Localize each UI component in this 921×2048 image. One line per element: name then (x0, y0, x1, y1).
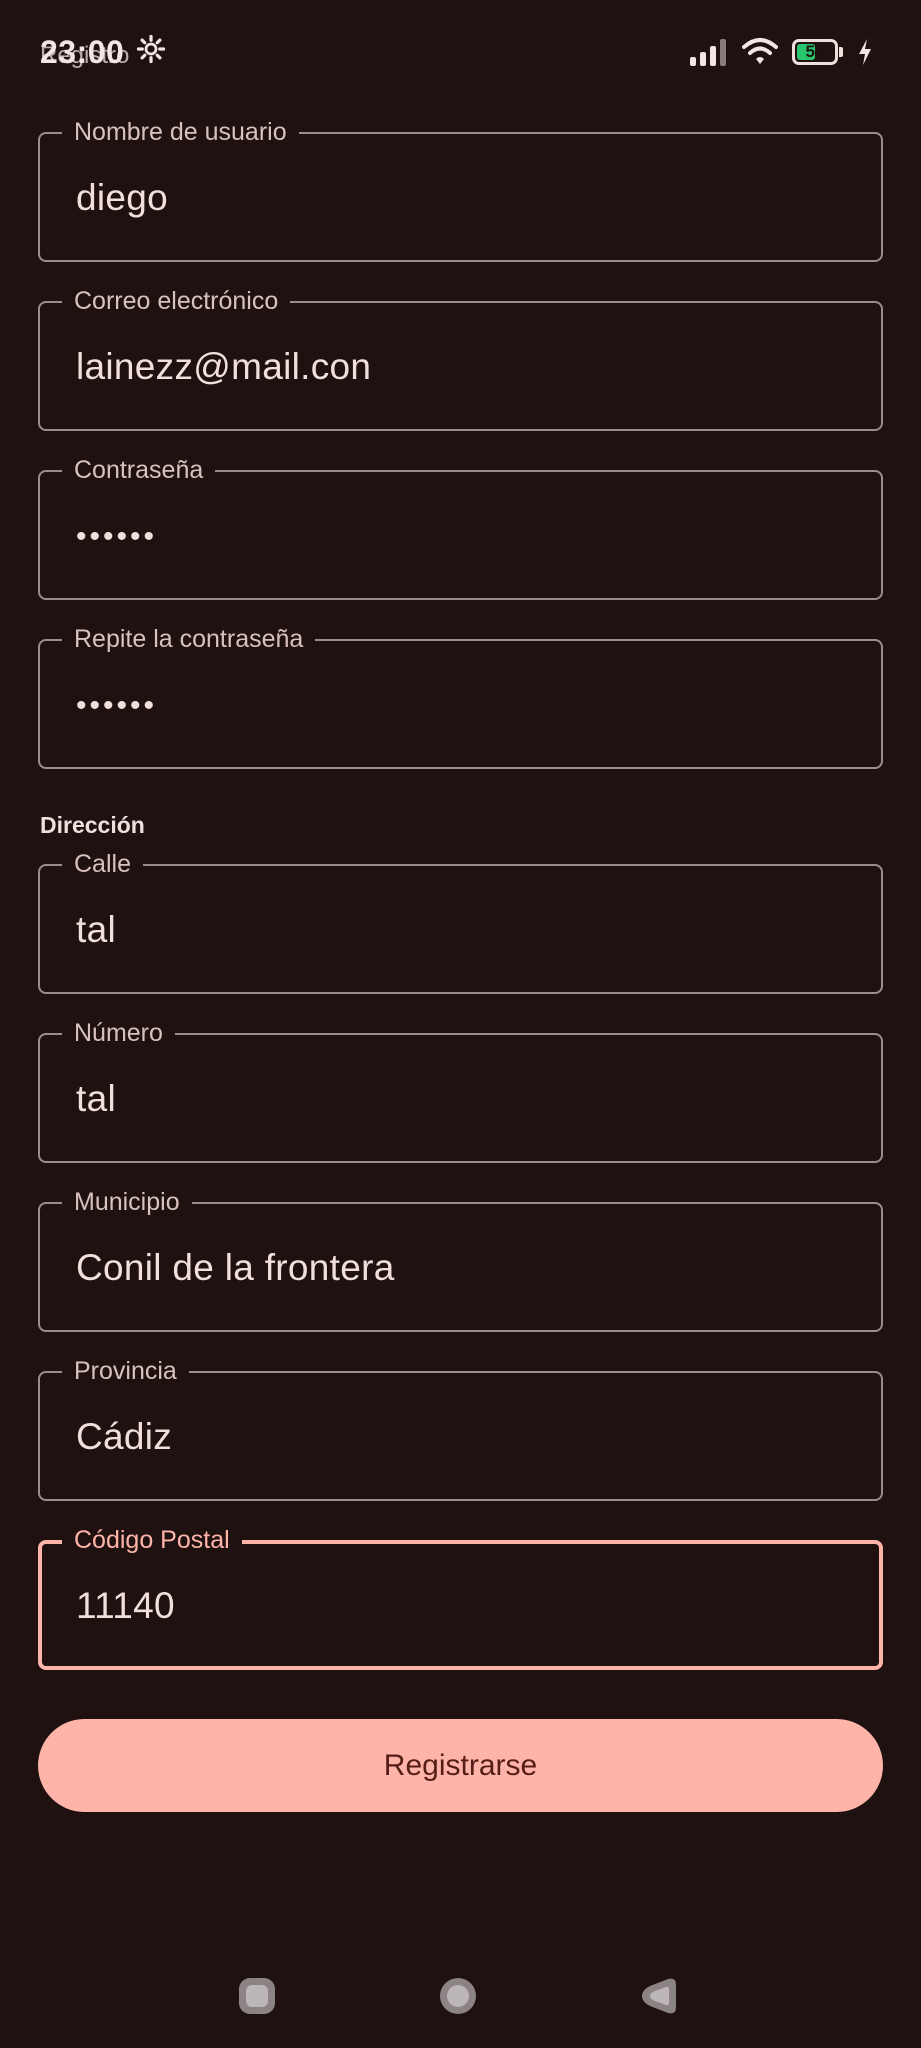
repeat-password-label: Repite la contraseña (62, 624, 316, 654)
navigation-bar (0, 1960, 921, 2048)
street-label: Calle (62, 849, 143, 879)
repeat-password-value: •••••• (76, 689, 158, 722)
signal-icon (690, 39, 726, 66)
province-value: Cádiz (76, 1416, 173, 1457)
municipality-label: Municipio (62, 1187, 192, 1217)
email-value: lainezz@mail.con (76, 346, 372, 387)
home-icon[interactable] (438, 1976, 478, 2016)
street-field[interactable]: Calle tal (38, 849, 883, 994)
province-field[interactable]: Provincia Cádiz (38, 1356, 883, 1501)
password-label: Contraseña (62, 455, 216, 485)
username-field[interactable]: Nombre de usuario diego (38, 117, 883, 262)
battery-nub (839, 47, 843, 57)
battery-icon: 51 (792, 39, 838, 65)
street-value: tal (76, 909, 116, 950)
number-field[interactable]: Número tal (38, 1018, 883, 1163)
wifi-icon (742, 38, 778, 64)
postal-code-value: 11140 (76, 1585, 175, 1626)
password-value: •••••• (76, 520, 158, 553)
settings-gear-icon (136, 34, 166, 64)
username-label: Nombre de usuario (62, 117, 299, 147)
recents-icon[interactable] (237, 1976, 277, 2016)
municipality-field[interactable]: Municipio Conil de la frontera (38, 1187, 883, 1332)
province-label: Provincia (62, 1356, 189, 1386)
username-value: diego (76, 177, 169, 218)
postal-code-label: Código Postal (62, 1525, 242, 1555)
status-icons: 51 (688, 36, 873, 68)
postal-code-field[interactable]: Código Postal 11140 (38, 1525, 883, 1670)
number-label: Número (62, 1018, 175, 1048)
email-label: Correo electrónico (62, 286, 291, 316)
repeat-password-field[interactable]: Repite la contraseña •••••• (38, 624, 883, 769)
email-field[interactable]: Correo electrónico lainezz@mail.con (38, 286, 883, 431)
status-time: 23:00 (40, 34, 125, 70)
municipality-value: Conil de la frontera (76, 1247, 395, 1288)
back-icon[interactable] (638, 1976, 678, 2016)
status-bar: Registro 23:00 51 (0, 0, 921, 100)
battery-level: 51 (805, 42, 825, 61)
password-field[interactable]: Contraseña •••••• (38, 455, 883, 600)
register-button[interactable]: Registrarse (38, 1719, 883, 1812)
charging-bolt-icon (859, 39, 871, 65)
address-section-label: Dirección (40, 812, 145, 838)
number-value: tal (76, 1078, 116, 1119)
